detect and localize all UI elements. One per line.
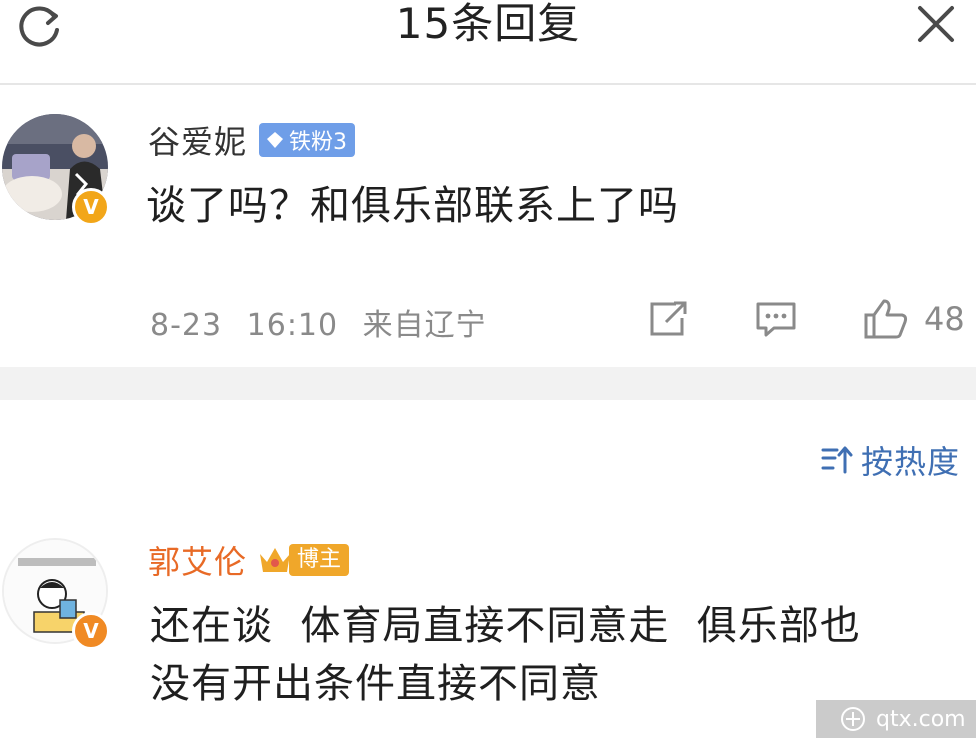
share-icon[interactable] — [646, 300, 688, 338]
comment-date: 8-23 — [150, 308, 223, 343]
sort-by-popularity[interactable]: 按热度 — [821, 438, 960, 482]
fan-badge[interactable]: 铁粉3 — [259, 123, 356, 157]
comment-text: 谈了吗？和俱乐部联系上了吗 — [146, 183, 679, 229]
verified-badge-icon: V — [72, 612, 110, 650]
blogger-badge: 博主 — [257, 540, 350, 580]
watermark-logo-icon — [841, 707, 865, 731]
reply-text-line-2: 没有开出条件直接不同意 — [150, 661, 601, 707]
blogger-badge-label: 博主 — [289, 544, 350, 576]
fan-badge-label: 铁粉3 — [289, 130, 348, 155]
header: 15条回复 — [0, 0, 976, 85]
like-icon[interactable] — [862, 297, 910, 341]
comment-location: 来自辽宁 — [362, 308, 487, 343]
avatar-main[interactable]: V — [2, 114, 114, 226]
sort-icon — [821, 446, 853, 474]
like-count: 48 — [924, 300, 965, 338]
comment-meta: 8-23 16:10 来自辽宁 — [150, 300, 487, 344]
comment-time: 16:10 — [246, 308, 339, 343]
username[interactable]: 郭艾伦 — [148, 537, 247, 583]
close-icon[interactable] — [914, 2, 958, 46]
watermark: qtx.com — [816, 700, 976, 738]
crown-icon — [260, 548, 291, 572]
watermark-text: qtx.com — [876, 706, 966, 732]
username[interactable]: 谷爱妮 — [148, 117, 247, 163]
avatar-reply[interactable]: V — [2, 538, 114, 650]
reply-text-line-1: 还在谈 体育局直接不同意走 俱乐部也 — [150, 603, 861, 649]
name-row: 郭艾伦 博主 — [148, 537, 350, 583]
section-divider — [0, 367, 976, 400]
name-row: 谷爱妮 铁粉3 — [148, 117, 356, 163]
page-title: 15条回复 — [395, 0, 581, 48]
diamond-icon — [267, 132, 284, 148]
sort-label: 按热度 — [860, 443, 960, 481]
verified-badge-icon: V — [72, 188, 110, 226]
comment-icon[interactable] — [754, 300, 798, 338]
